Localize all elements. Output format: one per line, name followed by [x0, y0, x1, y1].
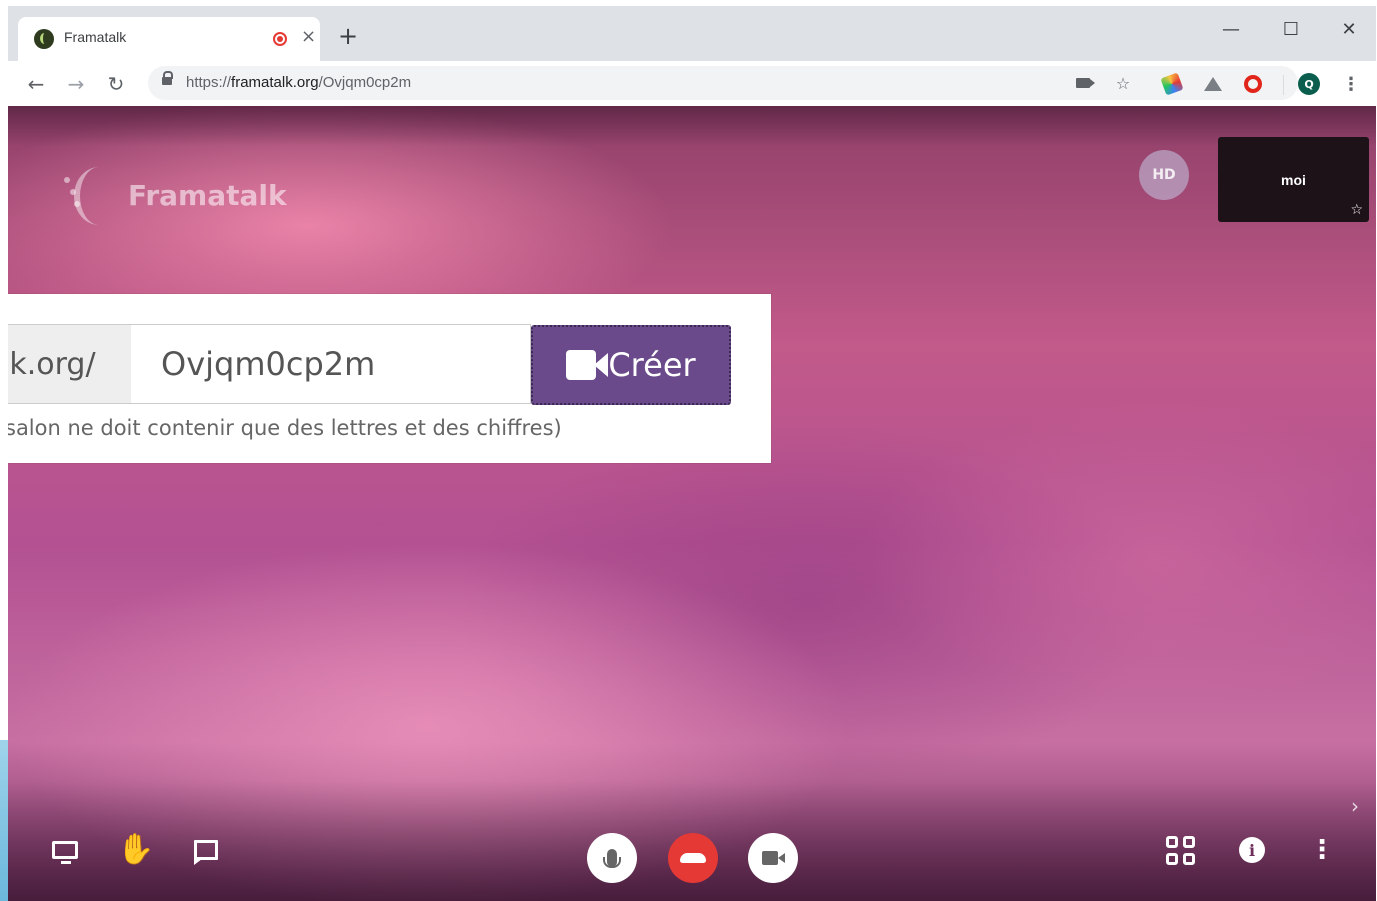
- url-domain: framatalk.org: [231, 74, 319, 91]
- profile-avatar-icon[interactable]: Q: [1298, 73, 1320, 95]
- framatalk-page: Framatalk HD moi ☆ lk.org/ Créer salon n…: [8, 106, 1376, 901]
- url-prefix-text: lk.org/: [8, 346, 96, 382]
- url-text: https://framatalk.org/Ovjqm0cp2m: [186, 74, 411, 91]
- logo-dot: [64, 177, 70, 183]
- create-room-panel: lk.org/ Créer salon ne doit contenir que…: [8, 294, 771, 463]
- info-icon: i: [1239, 837, 1265, 863]
- maximize-icon: ☐: [1282, 18, 1300, 40]
- lock-icon: [162, 71, 173, 85]
- video-camera-icon: [566, 350, 609, 380]
- hang-up-icon: [680, 853, 706, 863]
- url-scheme: https://: [186, 74, 232, 91]
- url-path: /Ovjqm0cp2m: [318, 74, 412, 91]
- chat-button[interactable]: [186, 830, 226, 870]
- camera-button[interactable]: [748, 833, 798, 883]
- room-name-input[interactable]: [131, 324, 531, 404]
- browser-tab[interactable]: Framatalk ×: [18, 17, 320, 61]
- self-name-label: moi: [1281, 172, 1306, 188]
- create-button-label: Créer: [608, 346, 696, 384]
- logo-dot: [70, 189, 76, 195]
- screen-share-button[interactable]: [45, 830, 85, 870]
- close-icon: ✕: [1341, 18, 1357, 40]
- raise-hand-button[interactable]: ✋: [116, 830, 156, 870]
- tab-title: Framatalk: [64, 29, 127, 45]
- browser-toolbar: ← → ↻ https://framatalk.org/Ovjqm0cp2m ☆…: [8, 61, 1376, 106]
- back-button[interactable]: ←: [21, 69, 51, 99]
- tile-view-icon: [1165, 835, 1195, 865]
- hang-up-button[interactable]: [668, 833, 718, 883]
- url-prefix-addon: lk.org/: [8, 324, 132, 404]
- star-icon: ☆: [1350, 202, 1363, 218]
- minimize-icon: —: [1222, 18, 1240, 40]
- more-options-icon: ⋮: [1309, 835, 1335, 865]
- bookmark-star-icon[interactable]: ☆: [1112, 72, 1134, 94]
- expand-filmstrip-icon[interactable]: ›: [1351, 794, 1359, 818]
- browser-menu-icon[interactable]: ⋮: [1340, 73, 1362, 95]
- close-window-button[interactable]: ✕: [1326, 14, 1372, 44]
- framatalk-logo-icon: [74, 167, 124, 225]
- framatalk-logo[interactable]: Framatalk: [60, 161, 300, 231]
- new-tab-button[interactable]: +: [338, 24, 358, 48]
- logo-dot: [74, 201, 80, 207]
- framatalk-favicon-icon: [34, 29, 54, 49]
- reload-button[interactable]: ↻: [101, 69, 131, 99]
- extension-colorful-icon[interactable]: [1160, 72, 1184, 96]
- tab-strip: Framatalk × + — ☐ ✕: [8, 6, 1376, 61]
- tile-view-button[interactable]: [1160, 830, 1200, 870]
- opera-icon[interactable]: [1242, 73, 1264, 95]
- back-arrow-icon: ←: [27, 72, 45, 96]
- reload-icon: ↻: [107, 72, 125, 96]
- recording-indicator-icon: [273, 32, 287, 46]
- minimize-button[interactable]: —: [1208, 14, 1254, 44]
- address-bar[interactable]: https://framatalk.org/Ovjqm0cp2m ☆: [148, 66, 1298, 100]
- create-room-button[interactable]: Créer: [531, 325, 731, 405]
- logo-text: Framatalk: [128, 179, 287, 212]
- camera-icon: [762, 851, 785, 865]
- google-drive-icon[interactable]: [1202, 73, 1224, 95]
- hd-quality-badge[interactable]: HD: [1139, 150, 1189, 200]
- top-shade: [8, 106, 1376, 146]
- tab-close-icon[interactable]: ×: [301, 26, 316, 47]
- screen-share-icon: [52, 841, 78, 864]
- forward-arrow-icon: →: [67, 72, 85, 96]
- camera-permission-icon[interactable]: [1072, 72, 1095, 94]
- toolbar-separator: [1283, 75, 1284, 95]
- room-name-hint: salon ne doit contenir que des lettres e…: [8, 416, 562, 440]
- self-video-thumbnail[interactable]: moi ☆: [1218, 137, 1369, 222]
- raise-hand-icon: ✋: [117, 832, 155, 867]
- forward-button[interactable]: →: [61, 69, 91, 99]
- microphone-icon: [603, 849, 621, 868]
- more-options-button[interactable]: ⋮: [1302, 830, 1342, 870]
- browser-window: Framatalk × + — ☐ ✕ ← → ↻ https://framat…: [8, 6, 1376, 901]
- maximize-button[interactable]: ☐: [1268, 14, 1314, 44]
- microphone-button[interactable]: [587, 833, 637, 883]
- info-button[interactable]: i: [1232, 830, 1272, 870]
- chat-icon: [194, 840, 218, 865]
